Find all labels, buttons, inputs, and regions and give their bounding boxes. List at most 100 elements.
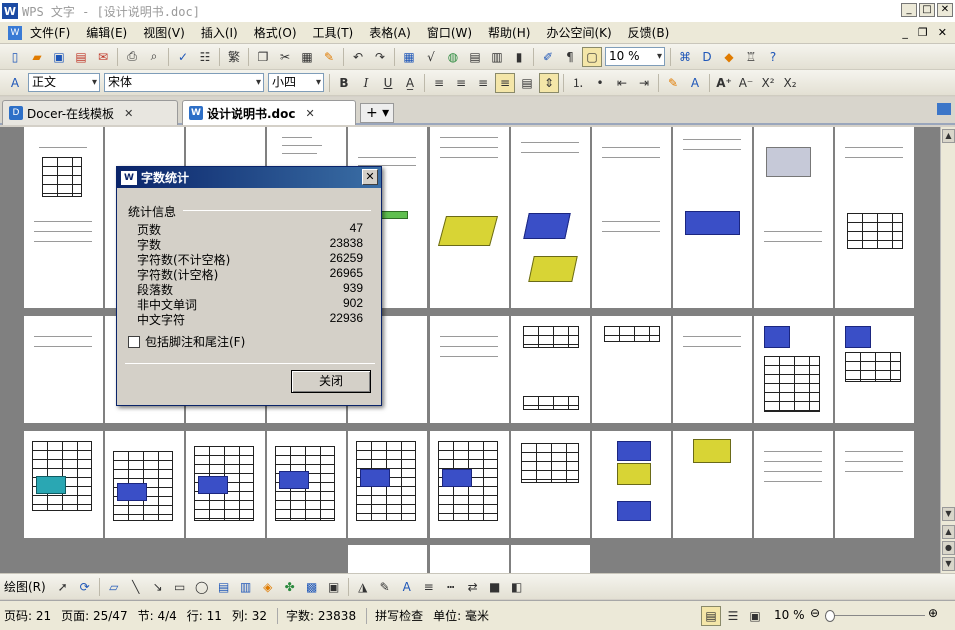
zoom-page-icon[interactable]: ▢ <box>582 46 602 67</box>
superscript-icon[interactable]: X² <box>758 73 778 93</box>
zoom-out-icon[interactable]: ⊖ <box>810 606 820 620</box>
style-select[interactable]: 正文 <box>28 73 100 92</box>
line-color-icon[interactable]: ✎ <box>375 577 395 597</box>
subscript-icon[interactable]: X₂ <box>780 73 800 93</box>
increase-indent-icon[interactable]: ⇥ <box>634 73 654 93</box>
doc-minimize-button[interactable]: _ <box>902 26 908 39</box>
redo-icon[interactable]: ↷ <box>370 47 390 67</box>
simplified-traditional-icon[interactable]: 繁 <box>224 47 244 67</box>
print-icon[interactable]: ⎙ <box>122 47 142 67</box>
menu-view[interactable]: 视图(V) <box>135 24 193 41</box>
autoshape-icon[interactable]: ⟳ <box>75 577 95 597</box>
font-select[interactable]: 宋体 <box>104 73 264 92</box>
shirt-skin-icon[interactable]: ♖ <box>741 47 761 67</box>
align-right-icon[interactable]: ≡ <box>473 73 493 93</box>
menu-tools[interactable]: 工具(T) <box>305 24 362 41</box>
doc-close-button[interactable]: ✕ <box>938 26 947 39</box>
line-icon[interactable]: ╲ <box>126 577 146 597</box>
new-doc-icon[interactable]: ▯ <box>5 47 25 67</box>
vertical-scrollbar[interactable]: ▲ ▼ ▲ ● ▼ <box>940 127 955 573</box>
bold-icon[interactable]: B <box>334 73 354 93</box>
align-justify-icon[interactable]: ≡ <box>495 72 515 93</box>
doc-restore-button[interactable]: ❐ <box>918 26 928 39</box>
maximize-button[interactable]: □ <box>919 3 935 17</box>
menu-file[interactable]: 文件(F) <box>22 24 78 41</box>
wordart-icon[interactable]: ◈ <box>258 577 278 597</box>
dash-style-icon[interactable]: ┅ <box>441 577 461 597</box>
chart-icon[interactable]: ▮ <box>509 47 529 67</box>
shapes-icon[interactable]: ▱ <box>104 577 124 597</box>
web-view-icon[interactable]: ▣ <box>745 606 765 626</box>
textbox-icon[interactable]: ▤ <box>214 577 234 597</box>
mail-icon[interactable]: ✉ <box>93 47 113 67</box>
minimize-button[interactable]: _ <box>901 3 917 17</box>
columns-icon[interactable]: ▥ <box>487 47 507 67</box>
char-scale-icon[interactable]: A̲ <box>400 73 420 93</box>
arrow-icon[interactable]: ↘ <box>148 577 168 597</box>
zoom-slider[interactable] <box>825 610 925 622</box>
scroll-down-icon[interactable]: ▼ <box>942 507 955 521</box>
save-icon[interactable]: ▣ <box>49 47 69 67</box>
docer-icon[interactable]: D <box>697 47 717 67</box>
hyperlink-icon[interactable]: ◍ <box>443 47 463 67</box>
spellcheck-icon[interactable]: ✓ <box>173 47 193 67</box>
text-color-icon[interactable]: A <box>397 577 417 597</box>
paste-icon[interactable]: ▦ <box>297 47 317 67</box>
grow-font-icon[interactable]: A⁺ <box>714 73 734 93</box>
show-hide-marks-icon[interactable]: ¶ <box>560 47 580 67</box>
checkbox-box[interactable] <box>128 335 140 348</box>
prev-page-icon[interactable]: ▲ <box>942 525 955 539</box>
menu-feedback[interactable]: 反馈(B) <box>620 24 678 41</box>
find-icon[interactable]: ⌘ <box>675 47 695 67</box>
insert-table-icon[interactable]: ▦ <box>399 47 419 67</box>
help-icon[interactable]: ? <box>763 47 783 67</box>
scroll-up-icon[interactable]: ▲ <box>942 129 955 143</box>
shrink-font-icon[interactable]: A⁻ <box>736 73 756 93</box>
font-size-select[interactable]: 小四 <box>268 73 324 92</box>
print-preview-icon[interactable]: ⌕ <box>144 47 164 67</box>
status-word-count[interactable]: 字数: 23838 <box>286 607 356 624</box>
close-button[interactable]: ✕ <box>937 3 953 17</box>
align-left-icon[interactable]: ≡ <box>429 73 449 93</box>
next-page-icon[interactable]: ▼ <box>942 557 955 571</box>
style-icon[interactable]: A <box>5 73 25 93</box>
underline-icon[interactable]: U <box>378 73 398 93</box>
drawing-menu[interactable]: 绘图(R) <box>4 578 46 595</box>
menu-office-space[interactable]: 办公空间(K) <box>538 24 619 41</box>
diagram-icon[interactable]: ✤ <box>280 577 300 597</box>
reading-mode-icon[interactable]: ☷ <box>195 47 215 67</box>
zoom-combo[interactable]: 10 % <box>605 47 665 66</box>
template-icon[interactable]: ◆ <box>719 47 739 67</box>
zoom-slider-thumb[interactable] <box>825 610 835 622</box>
decrease-indent-icon[interactable]: ⇤ <box>612 73 632 93</box>
export-pdf-icon[interactable]: ▤ <box>71 47 91 67</box>
ellipse-icon[interactable]: ◯ <box>192 577 212 597</box>
zoom-in-icon[interactable]: ⊕ <box>928 606 938 620</box>
fill-color-icon[interactable]: ◮ <box>353 577 373 597</box>
numbering-icon[interactable]: ⒈ <box>568 73 588 93</box>
line-style-icon[interactable]: ≡ <box>419 577 439 597</box>
cut-icon[interactable]: ✂ <box>275 47 295 67</box>
dialog-close-button[interactable]: ✕ <box>362 169 378 185</box>
tab-list-icon[interactable] <box>937 103 951 115</box>
new-tab-button[interactable]: + ▾ <box>360 103 394 123</box>
status-spell-check[interactable]: 拼写检查 <box>375 607 423 624</box>
close-dialog-button[interactable]: 关闭 <box>291 370 371 393</box>
highlight-icon[interactable]: ✎ <box>663 73 683 93</box>
distribute-icon[interactable]: ▤ <box>517 73 537 93</box>
tab-design-doc-close-icon[interactable]: ✕ <box>306 107 315 120</box>
drawing-icon[interactable]: ✐ <box>538 47 558 67</box>
include-footnotes-checkbox[interactable]: 包括脚注和尾注(F) <box>128 333 245 350</box>
shadow-icon[interactable]: ■ <box>485 577 505 597</box>
3d-icon[interactable]: ◧ <box>507 577 527 597</box>
font-color-icon[interactable]: A <box>685 73 705 93</box>
italic-icon[interactable]: I <box>356 73 376 93</box>
copy-icon[interactable]: ❐ <box>253 47 273 67</box>
menu-window[interactable]: 窗口(W) <box>419 24 480 41</box>
line-spacing-icon[interactable]: ⇕ <box>539 72 559 93</box>
menu-insert[interactable]: 插入(I) <box>193 24 246 41</box>
menu-table[interactable]: 表格(A) <box>361 24 419 41</box>
clipart-icon[interactable]: ▣ <box>324 577 344 597</box>
formula-icon[interactable]: √ <box>421 47 441 67</box>
align-center-icon[interactable]: ≡ <box>451 73 471 93</box>
